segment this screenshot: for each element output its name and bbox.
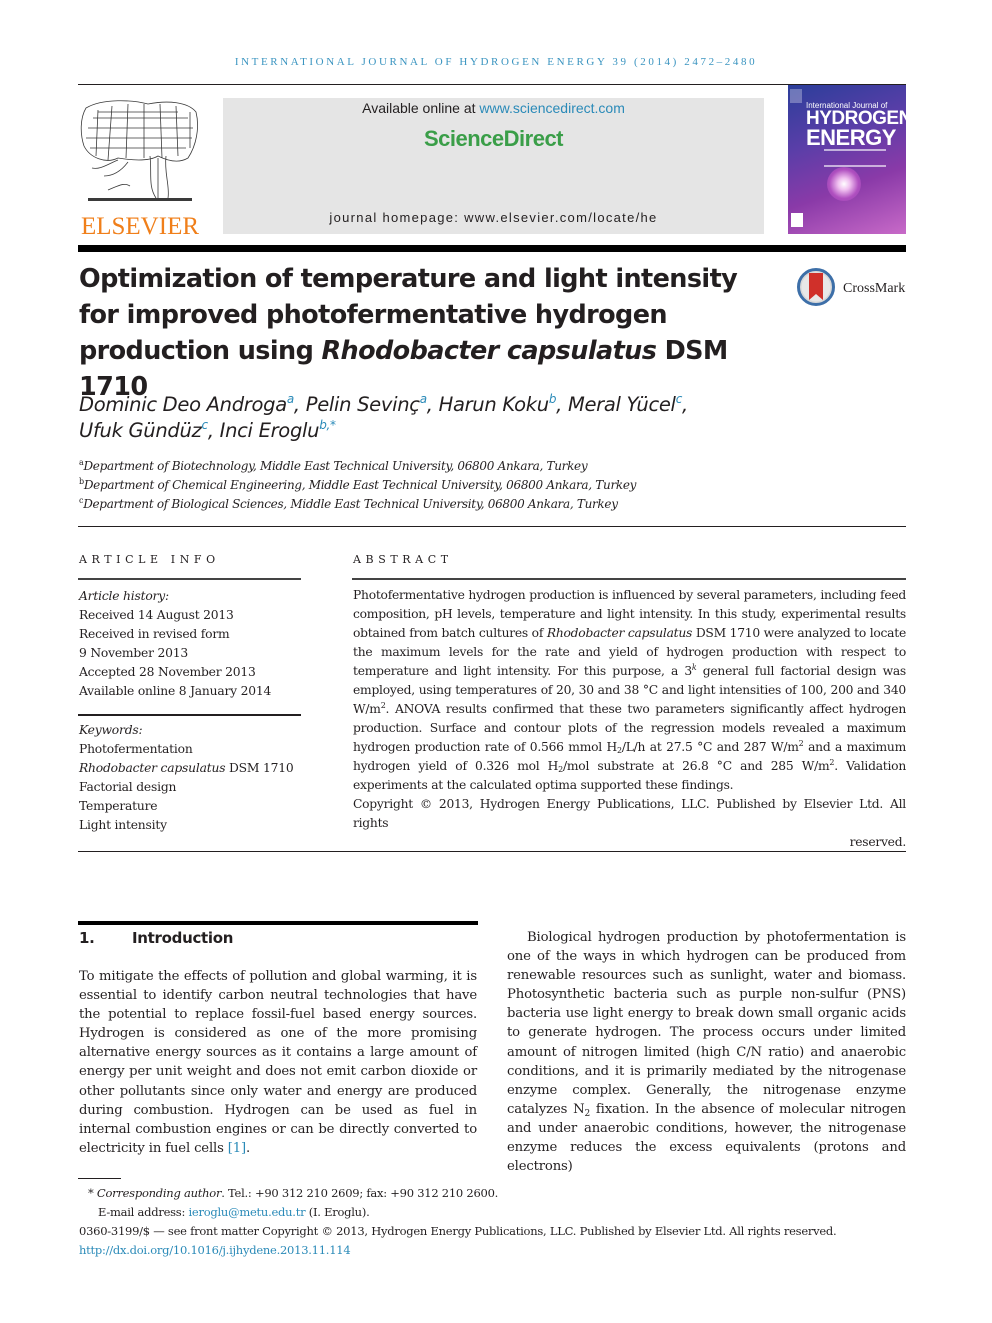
available-online-text: Available online at www.sciencedirect.co…	[223, 100, 764, 116]
history-item: Available online 8 January 2014	[79, 684, 272, 698]
affiliation: aDepartment of Biotechnology, Middle Eas…	[79, 458, 588, 474]
section-number: 1.	[79, 929, 95, 947]
article-title: Optimization of temperature and light in…	[79, 261, 779, 405]
sciencedirect-logo: ScienceDirect	[423, 126, 564, 151]
body-column-right: Biological hydrogen production by photof…	[507, 928, 906, 1176]
keywords-label: Keywords:	[79, 723, 143, 737]
cover-orb-graphic	[827, 167, 861, 201]
corresponding-author-note: * Corresponding author. Tel.: +90 312 21…	[88, 1186, 499, 1200]
tree-icon	[80, 100, 198, 201]
abstract-copyright-end: reserved.	[849, 835, 907, 849]
keyword: Factorial design	[79, 780, 177, 794]
keyword: Photofermentation	[79, 742, 193, 756]
author[interactable]: Inci Eroglub,*	[220, 419, 336, 442]
abstract-text: Photofermentative hydrogen production is…	[353, 586, 906, 852]
journal-cover-image: International Journal of HYDROGEN ENERGY	[788, 85, 906, 234]
cover-elsevier-badge	[790, 89, 802, 103]
header-divider	[78, 245, 906, 252]
article-info-heading: ARTICLE INFO	[79, 553, 220, 566]
abstract-divider	[78, 851, 906, 852]
author[interactable]: Pelin Sevinça	[306, 393, 427, 416]
history-item: Received 14 August 2013	[79, 608, 234, 622]
author[interactable]: Dominic Deo Androgaa	[79, 393, 294, 416]
abstract-body: Photofermentative hydrogen production is…	[353, 588, 907, 792]
footnote-rule	[78, 1178, 121, 1179]
crossmark-label: CrossMark	[843, 281, 906, 296]
keywords-rule	[78, 714, 301, 716]
abstract-heading: ABSTRACT	[353, 553, 453, 566]
history-item: 9 November 2013	[79, 646, 189, 660]
paragraph: To mitigate the effects of pollution and…	[79, 969, 477, 1156]
history-item: Received in revised form	[79, 627, 230, 641]
section-title: Introduction	[132, 929, 234, 947]
keyword: Light intensity	[79, 818, 167, 832]
sciencedirect-link[interactable]: www.sciencedirect.com	[479, 100, 625, 116]
elsevier-wordmark: ELSEVIER	[80, 213, 200, 240]
affiliations: aDepartment of Biotechnology, Middle Eas…	[79, 457, 799, 514]
keyword: Temperature	[79, 799, 158, 813]
cover-title-energy: ENERGY	[806, 125, 896, 150]
cover-editors-block	[824, 149, 886, 167]
issn-copyright-line: 0360-3199/$ — see front matter Copyright…	[79, 1224, 837, 1238]
top-rule	[78, 84, 906, 85]
email-link[interactable]: ieroglu@metu.edu.tr	[188, 1205, 305, 1219]
section-rule	[78, 921, 478, 925]
article-info-rule	[78, 578, 301, 580]
section-heading-introduction: 1. Introduction	[79, 929, 479, 947]
history-item: Accepted 28 November 2013	[79, 665, 256, 679]
affiliation-divider	[78, 526, 906, 527]
affiliation: bDepartment of Chemical Engineering, Mid…	[79, 477, 637, 493]
footnotes: * Corresponding author. Tel.: +90 312 21…	[79, 1184, 909, 1260]
affiliation: cDepartment of Biological Sciences, Midd…	[79, 496, 618, 512]
doi-link[interactable]: http://dx.doi.org/10.1016/j.ijhydene.201…	[79, 1243, 351, 1257]
running-head: INTERNATIONAL JOURNAL OF HYDROGEN ENERGY…	[234, 56, 758, 68]
abstract-copyright: Copyright © 2013, Hydrogen Energy Public…	[353, 797, 906, 830]
journal-homepage[interactable]: journal homepage: www.elsevier.com/locat…	[223, 210, 764, 225]
crossmark-icon	[797, 268, 835, 306]
author[interactable]: Ufuk Gündüzc	[79, 419, 208, 442]
paragraph: Biological hydrogen production by photof…	[507, 930, 906, 1175]
email-note: E-mail address: ieroglu@metu.edu.tr (I. …	[98, 1205, 370, 1219]
article-history-label: Article history:	[79, 589, 169, 603]
author-list: Dominic Deo Androgaa, Pelin Sevinça, Har…	[79, 392, 688, 442]
cover-society-badge	[791, 213, 803, 227]
abstract-rule	[352, 578, 906, 580]
keyword: Rhodobacter capsulatus DSM 1710	[79, 761, 294, 775]
crossmark-button[interactable]: CrossMark	[797, 268, 907, 308]
available-online-prefix: Available online at	[362, 100, 480, 116]
author[interactable]: Meral Yücelc	[568, 393, 682, 416]
body-column-left: To mitigate the effects of pollution and…	[79, 967, 477, 1158]
author[interactable]: Harun Kokub	[439, 393, 557, 416]
title-species: Rhodobacter capsulatus	[321, 336, 657, 366]
article-history: Article history: Received 14 August 2013…	[79, 587, 309, 701]
keywords: Keywords: Photofermentation Rhodobacter …	[79, 721, 309, 835]
citation-link[interactable]: [1]	[228, 1141, 246, 1156]
